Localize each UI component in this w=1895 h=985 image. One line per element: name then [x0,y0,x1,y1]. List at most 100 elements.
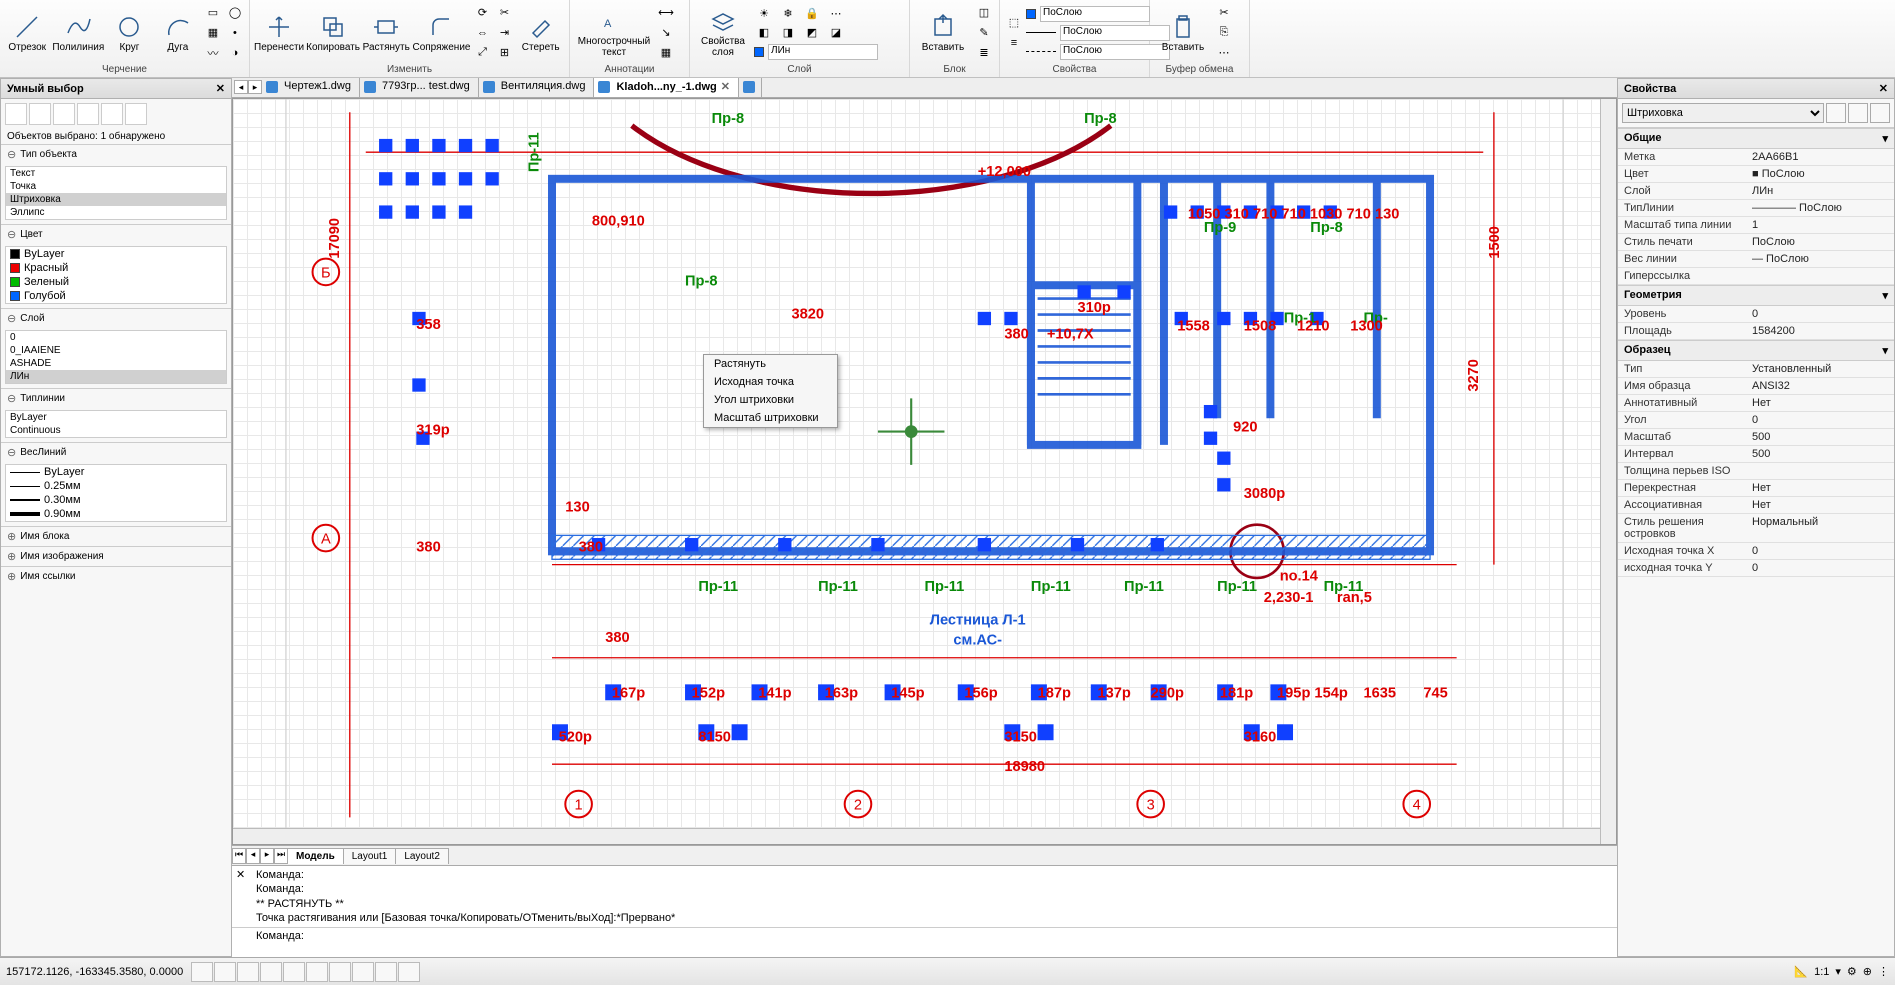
region-icon[interactable]: ◑ [225,44,245,62]
layer-current-select[interactable]: ЛИн [768,44,878,60]
layer-more-icon[interactable]: ⋯ [826,5,846,23]
grid-toggle[interactable] [214,962,236,982]
property-value[interactable]: 0 [1746,306,1894,322]
sec-lweight[interactable]: ВесЛиний [1,443,231,462]
block-attr-icon[interactable]: ≣ [974,44,994,62]
cmd-close-icon[interactable]: ✕ [236,868,245,881]
block-create-icon[interactable]: ◫ [974,4,994,22]
property-row[interactable]: исходная точка Y0 [1618,560,1894,577]
property-row[interactable]: ТипЛинии———— ПоСлою [1618,200,1894,217]
copy-clip-icon[interactable]: ⎘ [1214,24,1234,42]
cut-icon[interactable]: ✂ [1214,4,1234,22]
mirror-icon[interactable]: ⇔ [472,24,492,42]
sec-type[interactable]: Тип объекта [1,145,231,164]
property-row[interactable]: Масштаб500 [1618,429,1894,446]
property-row[interactable]: Площадь1584200 [1618,323,1894,340]
property-row[interactable]: АннотативныйНет [1618,395,1894,412]
leader-icon[interactable]: ↘ [656,24,676,42]
ellipse-icon[interactable]: ◯ [225,4,245,22]
trim-icon[interactable]: ✂ [494,4,514,22]
ltype-list[interactable]: ByLayer Continuous [5,410,227,438]
property-value[interactable]: Нормальный [1746,514,1894,542]
ctx-hatch-angle[interactable]: Угол штриховки [704,391,837,409]
tab-3[interactable]: Kladoh...ny_-1.dwg✕ [594,78,738,97]
circle-tool[interactable]: Круг [106,13,152,53]
property-value[interactable]: ЛИн [1746,183,1894,199]
ss-tool-4[interactable] [77,103,99,125]
property-row[interactable]: Масштаб типа линии1 [1618,217,1894,234]
sec-iname[interactable]: Имя изображения [1,547,231,566]
layer-props[interactable]: Свойства слоя [694,7,752,58]
ss-tool-2[interactable] [29,103,51,125]
sec-color[interactable]: Цвет [1,225,231,244]
close-icon[interactable]: ✕ [216,82,225,95]
paste-tool[interactable]: Вставить [1154,13,1212,53]
command-input[interactable] [308,930,1611,943]
status-opt-1[interactable]: ⚙ [1847,965,1857,978]
hscrollbar[interactable] [233,828,1600,844]
layer-lock-icon[interactable]: 🔒 [802,5,822,23]
property-row[interactable]: АссоциативнаяНет [1618,497,1894,514]
property-value[interactable]: ПоСлою [1746,234,1894,250]
mtext-tool[interactable]: AМногострочный текст [574,7,654,58]
ctx-hatch-scale[interactable]: Масштаб штриховки [704,409,837,427]
stretch-tool[interactable]: Растянуть [362,13,411,53]
lt-next[interactable]: ▸ [260,848,274,864]
drawing-canvas[interactable]: БА 1234 [233,99,1616,844]
property-value[interactable]: Нет [1746,497,1894,513]
polar-toggle[interactable] [260,962,282,982]
property-value[interactable]: 500 [1746,446,1894,462]
property-row[interactable]: Исходная точка X0 [1618,543,1894,560]
property-row[interactable]: Стиль решения островковНормальный [1618,514,1894,543]
status-opt-2[interactable]: ⊕ [1863,965,1872,978]
tpy-toggle[interactable] [375,962,397,982]
type-list[interactable]: Текст Точка Штриховка Эллипс [5,166,227,220]
arc-tool[interactable]: Дуга [155,13,201,53]
property-row[interactable]: Имя образцаANSI32 [1618,378,1894,395]
property-row[interactable]: Угол0 [1618,412,1894,429]
tab-2[interactable]: Вентиляция.dwg [479,78,595,97]
property-value[interactable]: 500 [1746,429,1894,445]
property-row[interactable]: Метка2AA66B1 [1618,149,1894,166]
erase-tool[interactable]: Стереть [516,13,565,53]
property-value[interactable]: ■ ПоСлою [1746,166,1894,182]
point-icon[interactable]: • [225,24,245,42]
property-row[interactable]: Вес линии— ПоСлою [1618,251,1894,268]
lt-first[interactable]: ⏮ [232,848,246,864]
lweight-list[interactable]: ByLayer 0.25мм 0.30мм 0.90мм [5,464,227,522]
property-row[interactable]: Стиль печатиПоСлою [1618,234,1894,251]
osnap-toggle[interactable] [283,962,305,982]
scale-readout[interactable]: 1:1 [1814,966,1829,978]
scale-icon[interactable]: ⤢ [472,44,492,62]
property-value[interactable]: 0 [1746,412,1894,428]
anno-scale-icon[interactable]: 📐 [1794,965,1808,978]
insert-block[interactable]: Вставить [914,13,972,53]
property-row[interactable]: Толщина перьев ISO [1618,463,1894,480]
sec-lname[interactable]: Имя ссылки [1,567,231,586]
property-value[interactable]: ANSI32 [1746,378,1894,394]
match-props-icon[interactable]: ⬚ [1004,14,1024,32]
extend-icon[interactable]: ⇥ [494,24,514,42]
layout-1[interactable]: Layout1 [343,848,397,864]
lt-last[interactable]: ⏭ [274,848,288,864]
line-tool[interactable]: Отрезок [4,13,50,53]
property-value[interactable]: 0 [1746,560,1894,576]
qpr-toggle[interactable] [398,962,420,982]
property-row[interactable]: СлойЛИн [1618,183,1894,200]
property-value[interactable]: 2AA66B1 [1746,149,1894,165]
rp-btn-1[interactable] [1826,103,1846,123]
property-value[interactable]: Нет [1746,395,1894,411]
ctx-stretch[interactable]: Растянуть [704,355,837,373]
sec-ltype[interactable]: Типлинии [1,389,231,408]
tab-0[interactable]: Чертеж1.dwg [262,78,360,97]
status-opt-3[interactable]: ⋮ [1878,965,1889,978]
property-value[interactable]: 0 [1746,543,1894,559]
property-row[interactable]: Интервал500 [1618,446,1894,463]
ss-tool-6[interactable] [125,103,147,125]
move-tool[interactable]: Перенести [254,13,304,53]
entity-type-select[interactable]: Штриховка [1622,103,1824,123]
lt-prev[interactable]: ◂ [246,848,260,864]
property-value[interactable]: ———— ПоСлою [1746,200,1894,216]
ss-tool-1[interactable] [5,103,27,125]
array-icon[interactable]: ⊞ [494,44,514,62]
